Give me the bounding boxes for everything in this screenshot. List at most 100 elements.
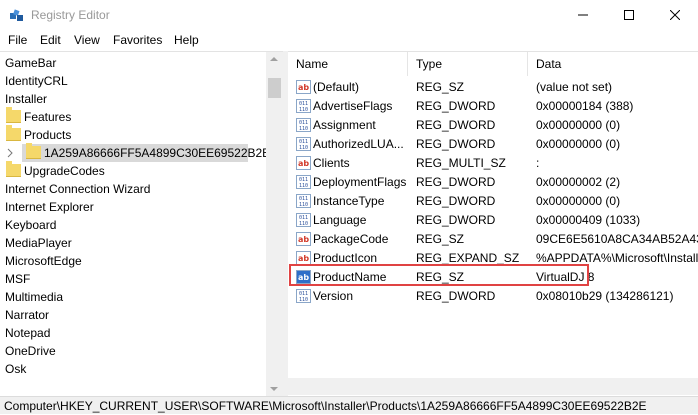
tree-item-label: Narrator (5, 308, 50, 322)
svg-text:110: 110 (299, 297, 308, 303)
svg-text:ab: ab (298, 235, 309, 244)
svg-text:110: 110 (299, 202, 308, 208)
value-data: 0x08010b29 (134286121) (536, 289, 674, 303)
svg-text:110: 110 (299, 183, 308, 189)
value-row[interactable]: 011 110 DeploymentFlags REG_DWORD 0x00000002… (288, 173, 698, 192)
value-type: REG_DWORD (416, 137, 496, 151)
tree-item-label: Multimedia (5, 290, 64, 304)
tree-item-label: Internet Connection Wizard (5, 182, 151, 196)
tree-item-label: Features (24, 110, 72, 124)
value-data: 0x00000409 (1033) (536, 213, 641, 227)
value-name: AdvertiseFlags (313, 99, 393, 113)
value-row[interactable]: 011 110 AdvertiseFlags REG_DWORD 0x00000184 … (288, 97, 698, 116)
value-row[interactable]: 011 110 Assignment REG_DWORD 0x00000000 (0) (288, 116, 698, 135)
value-name: Language (313, 213, 367, 227)
tree-item-label: 1A259A86666FF5A4899C30EE69522B2E (44, 146, 271, 160)
scroll-up-icon[interactable] (270, 57, 278, 61)
menu-help[interactable]: Help (174, 33, 199, 47)
chevron-right-icon[interactable] (7, 148, 15, 158)
value-data: 09CE6E5610A8CA34AB52A437( (536, 232, 698, 246)
value-name: DeploymentFlags (313, 175, 407, 189)
svg-text:ab: ab (298, 159, 309, 168)
value-type: REG_DWORD (416, 118, 496, 132)
tree-item-label: UpgradeCodes (24, 164, 105, 178)
value-row[interactable]: ab Clients REG_MULTI_SZ: (288, 154, 698, 173)
maximize-icon (624, 10, 634, 20)
svg-text:110: 110 (299, 145, 308, 151)
tree-item-label: OneDrive (5, 344, 56, 358)
value-data: : (536, 156, 540, 170)
binary-value-icon: 011110 (296, 175, 311, 189)
tree-item-label: GameBar (5, 56, 57, 70)
tree-item-label: IdentityCRL (5, 74, 68, 88)
key-tree: GameBar IdentityCRL Installer Features Produ… (0, 51, 283, 397)
column-header-name[interactable]: Name (288, 52, 408, 76)
column-header-data[interactable]: Data (528, 52, 698, 76)
value-name: (Default) (313, 80, 360, 94)
string-value-icon: ab (296, 232, 311, 246)
menu-file[interactable]: File (8, 33, 27, 47)
svg-text:110: 110 (299, 107, 308, 113)
value-name: Clients (313, 156, 350, 170)
value-type: REG_MULTI_SZ (416, 156, 506, 170)
string-value-icon: ab (296, 251, 311, 265)
value-type: REG_DWORD (416, 175, 496, 189)
binary-value-icon: 011110 (296, 289, 311, 303)
value-row[interactable]: 011 110 Version REG_DWORD 0x08010b29 (134286… (288, 287, 698, 306)
scroll-thumb[interactable] (268, 78, 281, 98)
svg-text:110: 110 (299, 221, 308, 227)
tree-item-label: MicrosoftEdge (5, 254, 82, 268)
maximize-button[interactable] (606, 0, 652, 30)
value-type: REG_SZ (416, 80, 465, 94)
minimize-button[interactable] (560, 0, 606, 30)
tree-vertical-scrollbar[interactable] (266, 52, 283, 397)
tree-item-label: Installer (5, 92, 48, 106)
title-bar: Registry Editor (0, 0, 698, 30)
folder-icon (6, 107, 21, 123)
tree-item-label: Osk (5, 362, 27, 376)
value-name: InstanceType (313, 194, 385, 208)
tree-item-label: Notepad (5, 326, 51, 340)
highlight-box (289, 264, 589, 286)
binary-value-icon: 011110 (296, 194, 311, 208)
value-data: 0x00000002 (2) (536, 175, 621, 189)
value-row[interactable]: 011 110 InstanceType REG_DWORD 0x00000000 (0… (288, 192, 698, 211)
menu-favorites[interactable]: Favorites (113, 33, 162, 47)
values-list: Name Type Data ab (Default) REG_SZ (value n… (288, 51, 698, 397)
close-icon (670, 10, 680, 20)
value-row[interactable]: ab (Default) REG_SZ (value not set) (288, 78, 698, 97)
value-row[interactable]: ab PackageCode REG_SZ 09CE6E5610A8CA34AB52A… (288, 230, 698, 249)
tree-item-label: MSF (5, 272, 31, 286)
close-button[interactable] (652, 0, 698, 30)
folder-icon (26, 143, 41, 159)
value-data: 0x00000000 (0) (536, 194, 621, 208)
value-name: PackageCode (313, 232, 389, 246)
svg-text:ab: ab (298, 83, 309, 92)
menu-edit[interactable]: Edit (40, 33, 61, 47)
value-row[interactable]: 011 110 Language REG_DWORD 0x00000409 (1033) (288, 211, 698, 230)
tree-item-label: Keyboard (5, 218, 57, 232)
value-type: REG_DWORD (416, 99, 496, 113)
menu-view[interactable]: View (74, 33, 100, 47)
registry-editor-icon (10, 9, 23, 21)
column-header-type[interactable]: Type (408, 52, 528, 76)
scroll-down-icon[interactable] (270, 387, 278, 391)
tree-item-label: Internet Explorer (5, 200, 94, 214)
value-type: REG_DWORD (416, 194, 496, 208)
value-type: REG_DWORD (416, 213, 496, 227)
folder-icon (6, 125, 21, 141)
value-name: AuthorizedLUA... (313, 137, 404, 151)
svg-text:ab: ab (298, 254, 309, 263)
folder-icon (6, 161, 21, 177)
values-horizontal-scrollbar[interactable] (288, 378, 698, 395)
status-bar-path: Computer\HKEY_CURRENT_USER\SOFTWARE\Micr… (0, 396, 698, 414)
value-data: 0x00000184 (388) (536, 99, 634, 113)
value-name: Assignment (313, 118, 376, 132)
binary-value-icon: 011110 (296, 99, 311, 113)
tree-item-label: Products (24, 128, 72, 142)
value-row[interactable]: 011 110 AuthorizedLUA... REG_DWORD 0x0000000… (288, 135, 698, 154)
value-name: Version (313, 289, 354, 303)
tree-item[interactable]: 1A259A86666FF5A4899C30EE69522B2E (22, 143, 270, 162)
binary-value-icon: 011110 (296, 118, 311, 132)
binary-value-icon: 011110 (296, 137, 311, 151)
